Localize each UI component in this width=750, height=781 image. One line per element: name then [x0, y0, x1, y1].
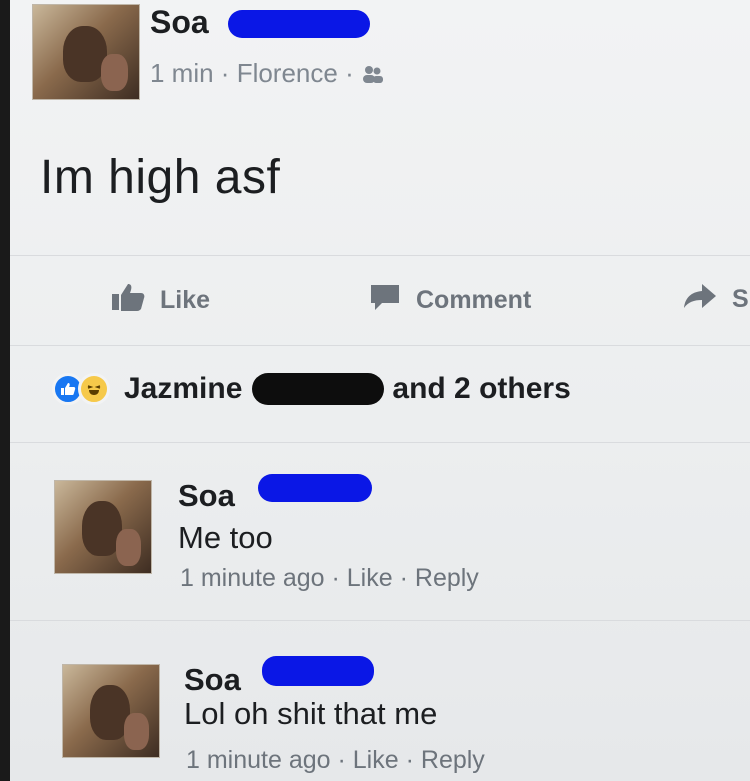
divider: [10, 255, 750, 256]
post-time[interactable]: 1 min: [150, 58, 214, 88]
share-button[interactable]: Sl: [682, 282, 750, 317]
like-label: Like: [160, 286, 211, 314]
comment-meta: 1 minute ago · Like · Reply: [180, 564, 479, 593]
meta-separator: ·: [213, 58, 237, 88]
divider: [10, 442, 750, 443]
comment-meta: 1 minute ago · Like · Reply: [186, 746, 485, 775]
post-meta: 1 min · Florence ·: [150, 58, 385, 91]
reactions-summary[interactable]: Jazmine and 2 others: [52, 372, 571, 406]
reactor-name: Jazmine: [124, 372, 243, 405]
facebook-post-screen: Soa 1 min · Florence · Im high asf Like …: [10, 0, 750, 781]
comment-text: Me too: [178, 520, 273, 555]
author-avatar[interactable]: [32, 4, 140, 100]
comment-text: Lol oh shit that me: [184, 696, 438, 731]
meta-separator: ·: [331, 564, 347, 592]
comment-like-link[interactable]: Like: [347, 564, 393, 592]
comment-author-redaction: [262, 656, 374, 686]
author-name[interactable]: Soa: [150, 4, 209, 41]
divider: [10, 620, 750, 621]
comment-reply-link[interactable]: Reply: [421, 746, 485, 774]
meta-separator-2: ·: [337, 58, 361, 88]
comment-time: 1 minute ago: [186, 746, 331, 774]
comment-label: Comment: [416, 286, 532, 314]
meta-separator: ·: [405, 746, 421, 774]
comment-reply-link[interactable]: Reply: [415, 564, 479, 592]
name-redaction: [228, 10, 370, 38]
reactors-others: and 2 others: [392, 372, 571, 405]
like-button[interactable]: Like: [110, 282, 210, 319]
commenter-avatar[interactable]: [54, 480, 152, 574]
share-arrow-icon: [682, 282, 718, 317]
haha-icon: [78, 373, 110, 405]
comment-icon: [368, 282, 402, 319]
post-text: Im high asf: [40, 151, 281, 204]
comment-author-redaction: [258, 474, 372, 502]
commenter-avatar[interactable]: [62, 664, 160, 758]
meta-separator: ·: [337, 746, 353, 774]
comment-author[interactable]: Soa: [178, 478, 235, 514]
meta-separator: ·: [399, 564, 415, 592]
post-location[interactable]: Florence: [237, 58, 338, 88]
thumbs-up-icon: [110, 282, 146, 319]
comment-button[interactable]: Comment: [368, 282, 531, 319]
comment-time: 1 minute ago: [180, 564, 325, 592]
friends-icon: [361, 60, 385, 91]
comment-like-link[interactable]: Like: [353, 746, 399, 774]
share-label: Sl: [732, 285, 750, 313]
divider: [10, 345, 750, 346]
comment-author[interactable]: Soa: [184, 662, 241, 698]
reactor-name-redaction: [252, 373, 385, 405]
